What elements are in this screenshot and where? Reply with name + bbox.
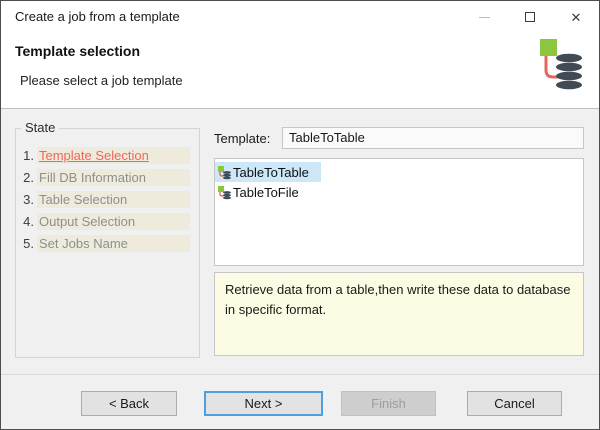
step-fill-db-information: 2. Fill DB Information [16,166,199,188]
step-template-selection: 1. Template Selection [16,144,199,166]
finish-button: Finish [341,391,436,416]
page-title: Template selection [15,43,140,59]
maximize-button[interactable] [507,1,553,33]
template-mini-icon [217,185,232,200]
state-panel: State 1. Template Selection 2. Fill DB I… [15,128,200,358]
step-label: Output Selection [37,213,190,230]
step-number: 5. [16,236,34,251]
next-button[interactable]: Next > [204,391,323,416]
step-label: Template Selection [37,147,190,164]
maximize-icon [525,12,535,22]
titlebar: Create a job from a template ✕ [1,1,599,33]
step-label: Fill DB Information [37,169,190,186]
step-number: 3. [16,192,34,207]
button-bar: < Back Next > Finish Cancel [1,374,599,429]
template-field-label: Template: [214,131,270,146]
template-description: Retrieve data from a table,then write th… [214,272,584,356]
step-number: 4. [16,214,34,229]
wizard-dialog: Create a job from a template ✕ Template … [0,0,600,430]
template-database-icon [537,37,583,93]
back-button[interactable]: < Back [81,391,177,416]
window-controls: ✕ [461,1,599,33]
page-subtitle: Please select a job template [20,73,183,88]
template-mini-icon [217,165,232,180]
step-list: 1. Template Selection 2. Fill DB Informa… [16,129,199,254]
wizard-header: Template selection Please select a job t… [1,33,599,109]
wizard-content: State 1. Template Selection 2. Fill DB I… [1,109,599,374]
step-label: Set Jobs Name [37,235,190,252]
list-item-tabletotable[interactable]: TableToTable [215,162,321,182]
close-icon: ✕ [571,11,582,24]
minimize-icon [479,17,490,18]
template-field[interactable]: TableToTable [282,127,584,149]
step-set-jobs-name: 5. Set Jobs Name [16,232,199,254]
close-button[interactable]: ✕ [553,1,599,33]
cancel-button[interactable]: Cancel [467,391,562,416]
step-number: 1. [16,148,34,163]
template-list[interactable]: TableToTable TableToFile [214,158,584,266]
list-item-label: TableToTable [233,165,309,180]
step-output-selection: 4. Output Selection [16,210,199,232]
step-label: Table Selection [37,191,190,208]
list-item-tabletofile[interactable]: TableToFile [215,182,311,202]
state-panel-legend: State [21,120,59,135]
step-table-selection: 3. Table Selection [16,188,199,210]
minimize-button [461,1,507,33]
window-title: Create a job from a template [15,1,180,33]
list-item-label: TableToFile [233,185,299,200]
step-number: 2. [16,170,34,185]
